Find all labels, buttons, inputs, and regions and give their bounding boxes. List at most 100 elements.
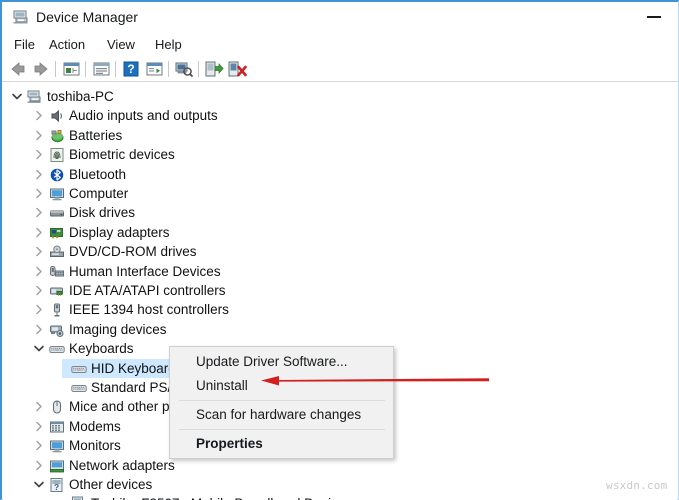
chevron-right-icon[interactable] [33, 129, 45, 142]
menu-help[interactable]: Help [150, 35, 187, 54]
monitor-icon [49, 438, 65, 454]
chevron-right-icon[interactable] [33, 245, 45, 258]
computer-icon [27, 89, 43, 105]
tree-item-label: IDE ATA/ATAPI controllers [69, 283, 226, 298]
tree-item[interactable]: Imaging devices [3, 320, 677, 339]
chevron-right-icon[interactable] [33, 265, 45, 278]
minimize-button[interactable] [639, 2, 670, 28]
camera-icon [49, 322, 65, 338]
tree-item[interactable]: Computer [3, 184, 677, 203]
tree-item[interactable]: Toshiba F3507g Mobile Broadband Device [3, 494, 677, 500]
tree-item[interactable]: Biometric devices [3, 145, 677, 164]
battery-icon [49, 128, 65, 144]
context-menu-scan-for-hardware-changes[interactable]: Scan for hardware changes [171, 403, 394, 427]
chevron-right-icon[interactable] [33, 226, 45, 239]
menu-action[interactable]: Action [44, 35, 90, 54]
context-menu-uninstall[interactable]: Uninstall [171, 374, 394, 398]
context-menu-separator [179, 429, 385, 430]
help-button[interactable]: ? [120, 59, 142, 79]
keyboard-icon [71, 380, 87, 396]
keyboard-icon [49, 341, 65, 357]
chevron-right-icon[interactable] [33, 284, 45, 297]
tree-item[interactable]: IDE ATA/ATAPI controllers [3, 281, 677, 300]
toolbar-separator [168, 61, 169, 77]
chevron-right-icon[interactable] [33, 206, 45, 219]
tree-item-label: Network adapters [69, 457, 175, 473]
tree-item-label: Modems [69, 418, 121, 434]
update-driver-button[interactable] [203, 59, 225, 79]
tree-item[interactable]: Human Interface Devices [3, 262, 677, 281]
title-bar: Device Manager [2, 2, 678, 33]
hid-icon [49, 264, 65, 280]
chevron-right-icon[interactable] [33, 109, 45, 122]
tree-item-label: Display adapters [69, 224, 170, 240]
tree-item[interactable]: Bluetooth [3, 165, 677, 184]
tree-item[interactable]: Display adapters [3, 223, 677, 242]
window-title: Device Manager [36, 9, 138, 25]
menu-bar: File Action View Help [2, 33, 678, 56]
mouse-icon [49, 399, 65, 415]
tree-item-label: Toshiba F3507g Mobile Broadband Device [91, 494, 345, 500]
menu-file[interactable]: File [9, 35, 40, 54]
tree-item-label: IEEE 1394 host controllers [69, 302, 229, 318]
scan-for-hardware-changes-button[interactable] [173, 59, 195, 79]
optical-drive-icon [49, 244, 65, 260]
tree-item[interactable]: IEEE 1394 host controllers [3, 300, 677, 319]
tree-item[interactable]: Audio inputs and outputs [3, 106, 677, 125]
chevron-right-icon[interactable] [33, 439, 45, 452]
chevron-right-icon[interactable] [33, 323, 45, 336]
context-menu-properties[interactable]: Properties [171, 432, 394, 456]
chevron-right-icon[interactable] [33, 459, 45, 472]
monitor-icon [49, 186, 65, 202]
toolbar-separator [55, 61, 56, 77]
svg-text:?: ? [127, 62, 134, 76]
chevron-down-icon[interactable] [33, 342, 45, 355]
context-menu-separator [179, 400, 385, 401]
tree-item-label: Biometric devices [69, 147, 175, 163]
svg-text:?: ? [54, 482, 59, 492]
tree-item-label: Monitors [69, 438, 121, 454]
firewire-icon [49, 302, 65, 318]
chevron-right-icon[interactable] [33, 168, 45, 181]
bluetooth-icon [49, 167, 65, 183]
tree-item-label: Bluetooth [69, 166, 127, 182]
tree-item[interactable]: Disk drives [3, 203, 677, 222]
chevron-down-icon[interactable] [33, 478, 45, 491]
context-menu-update-driver-software[interactable]: Update Driver Software... [171, 350, 394, 374]
minimize-icon [647, 16, 661, 18]
toolbar-separator [85, 61, 86, 77]
uninstall-button[interactable] [226, 59, 248, 79]
show-hide-console-tree-button[interactable] [60, 59, 82, 79]
properties-button[interactable] [90, 59, 112, 79]
network-adapter-icon [49, 458, 65, 474]
tree-item-label: Keyboards [69, 341, 134, 357]
ide-controller-icon [49, 283, 65, 299]
show-hide-action-pane-button[interactable] [143, 59, 165, 79]
speaker-icon [49, 108, 65, 124]
tree-item[interactable]: DVD/CD-ROM drives [3, 242, 677, 261]
tree-item[interactable]: ? Other devices [3, 475, 677, 494]
device-manager-icon [13, 9, 30, 25]
modem-icon [49, 419, 65, 435]
device-manager-window: Device Manager File Action View Help ? t… [0, 0, 679, 500]
tree-item-label: Batteries [69, 127, 123, 143]
watermark: wsxdn.com [606, 479, 668, 492]
tree-item-label: Other devices [69, 477, 153, 492]
menu-view[interactable]: View [102, 35, 140, 54]
chevron-right-icon[interactable] [33, 420, 45, 433]
toolbar-separator [198, 61, 199, 77]
context-menu[interactable]: Update Driver Software... Uninstall Scan… [169, 346, 394, 459]
tree-item-label: Human Interface Devices [69, 263, 221, 279]
toolbar-separator [115, 61, 116, 77]
tree-item[interactable]: toshiba-PC [3, 87, 677, 106]
chevron-right-icon[interactable] [33, 400, 45, 413]
back-button[interactable] [7, 59, 29, 79]
chevron-down-icon[interactable] [11, 90, 23, 103]
chevron-right-icon[interactable] [33, 148, 45, 161]
forward-button[interactable] [30, 59, 52, 79]
chevron-right-icon[interactable] [33, 303, 45, 316]
tree-item-label: Computer [69, 186, 129, 201]
chevron-right-icon[interactable] [33, 187, 45, 200]
tree-item[interactable]: Batteries [3, 126, 677, 145]
unknown-device-icon: ? [49, 477, 65, 493]
